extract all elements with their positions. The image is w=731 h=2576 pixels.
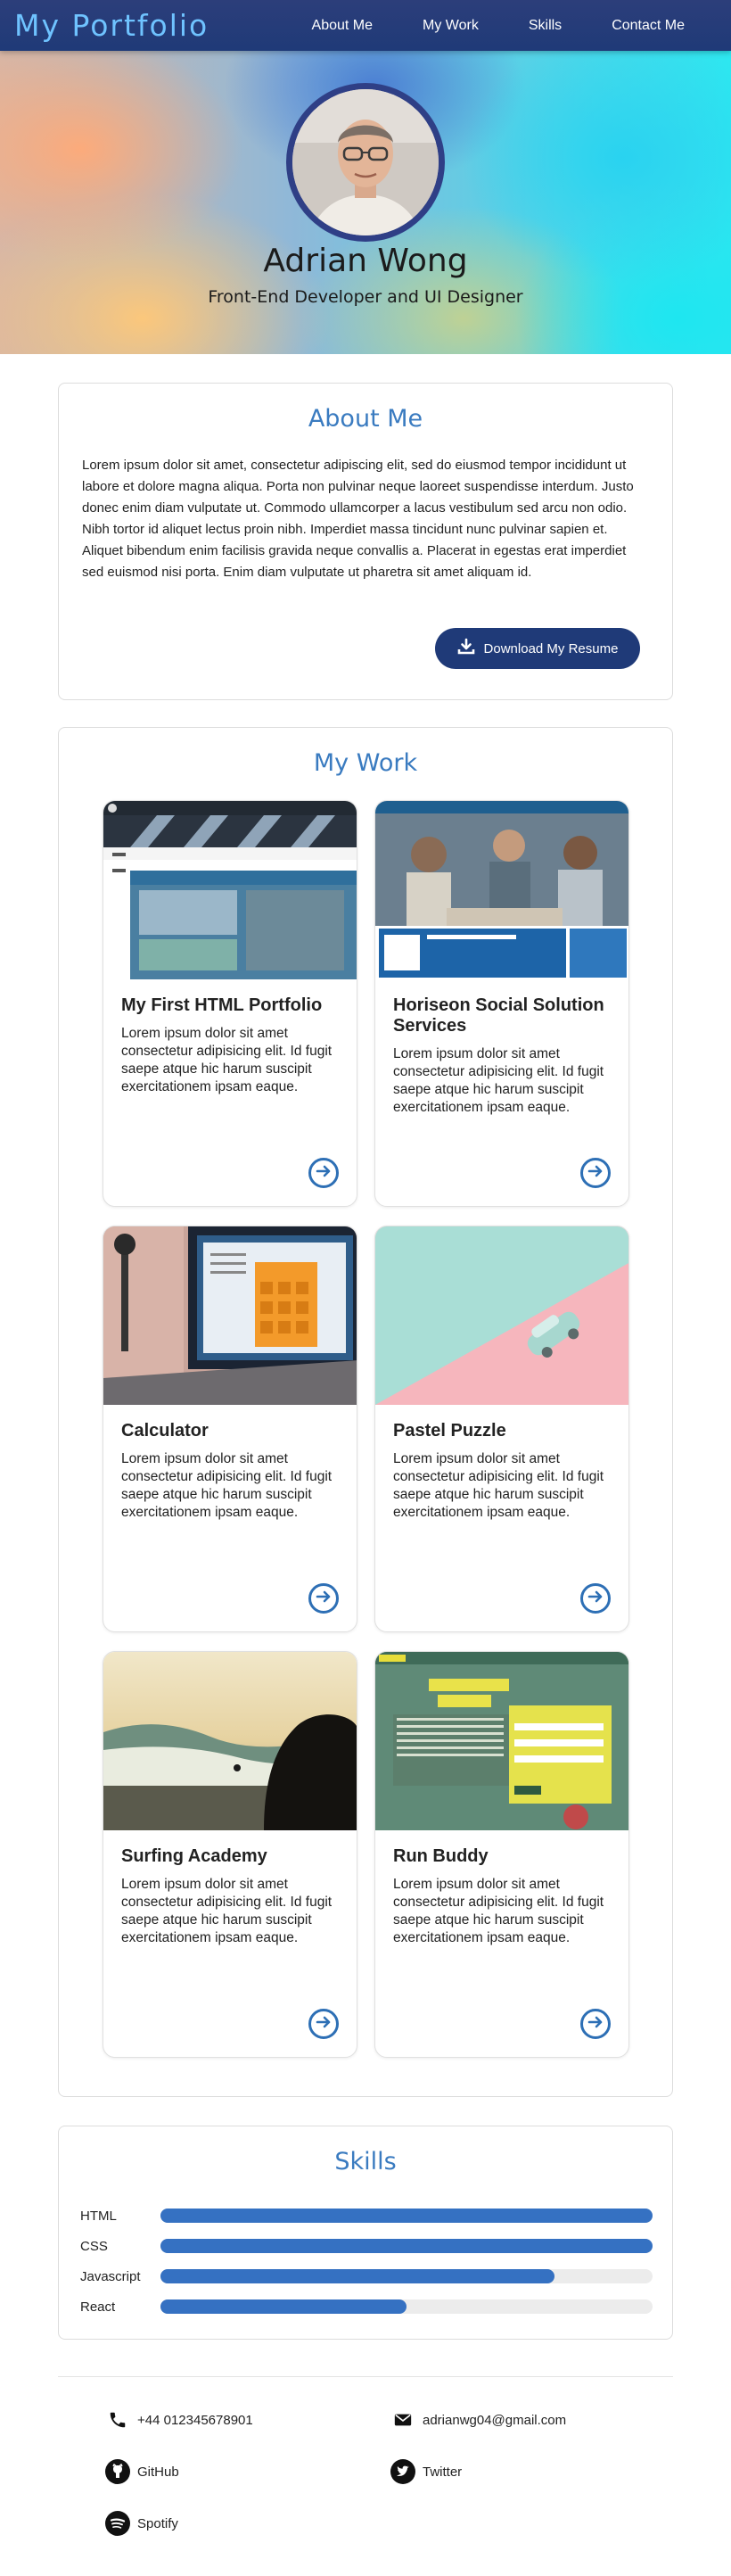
skill-progress-fill bbox=[160, 2269, 554, 2283]
project-thumbnail bbox=[103, 801, 357, 979]
project-card: My First HTML Portfolio Lorem ipsum dolo… bbox=[103, 800, 357, 1207]
project-card: Horiseon Social Solution Services Lorem … bbox=[374, 800, 629, 1207]
project-link-button[interactable] bbox=[580, 2009, 611, 2039]
skills-title: Skills bbox=[334, 2148, 397, 2176]
skill-name: Javascript bbox=[80, 2268, 141, 2284]
about-paragraph-1: Lorem ipsum dolor sit amet, consectetur … bbox=[82, 458, 634, 516]
project-description: Lorem ipsum dolor sit amet consectetur a… bbox=[393, 1451, 604, 1520]
contact-github-text: GitHub bbox=[137, 2464, 179, 2480]
project-description: Lorem ipsum dolor sit amet consectetur a… bbox=[121, 1451, 333, 1520]
github-icon bbox=[105, 2459, 130, 2484]
skill-progress-bar bbox=[160, 2209, 653, 2223]
contact-twitter-text: Twitter bbox=[423, 2464, 463, 2480]
project-thumbnail bbox=[103, 1226, 357, 1405]
project-card: Calculator Lorem ipsum dolor sit amet co… bbox=[103, 1226, 357, 1632]
nav-links: About Me My Work Skills Contact Me bbox=[287, 18, 710, 34]
arrow-right-circle-icon bbox=[316, 2014, 332, 2034]
skill-row: CSS bbox=[80, 2237, 653, 2255]
brand-logo[interactable]: My Portfolio bbox=[14, 8, 209, 43]
skill-progress-fill bbox=[160, 2299, 407, 2314]
arrow-right-circle-icon bbox=[316, 1163, 332, 1183]
project-link-button[interactable] bbox=[308, 1158, 339, 1188]
contact-phone[interactable]: +44 012345678901 bbox=[105, 2407, 253, 2432]
project-title: My First HTML Portfolio bbox=[121, 995, 323, 1015]
skill-name: React bbox=[80, 2299, 116, 2315]
hero-name: Adrian Wong bbox=[263, 243, 468, 279]
about-section: About Me Lorem ipsum dolor sit amet, con… bbox=[58, 383, 673, 700]
contact-email-text: adrianwg04@gmail.com bbox=[423, 2412, 567, 2428]
skill-name: CSS bbox=[80, 2238, 108, 2254]
skill-row: Javascript bbox=[80, 2267, 653, 2285]
skills-section: Skills HTML CSS Javascript React bbox=[58, 2126, 673, 2340]
download-resume-label: Download My Resume bbox=[483, 640, 619, 656]
project-title: Run Buddy bbox=[393, 1846, 489, 1866]
project-thumbnail bbox=[375, 1226, 628, 1405]
hero-banner: Adrian Wong Front-End Developer and UI D… bbox=[0, 51, 731, 354]
project-thumbnail bbox=[375, 1652, 628, 1830]
twitter-icon bbox=[390, 2459, 415, 2484]
project-description: Lorem ipsum dolor sit amet consectetur a… bbox=[393, 1046, 604, 1115]
work-title: My Work bbox=[313, 749, 418, 777]
project-link-button[interactable] bbox=[580, 1158, 611, 1188]
contact-email[interactable]: adrianwg04@gmail.com bbox=[390, 2407, 566, 2432]
skill-progress-fill bbox=[160, 2209, 653, 2223]
skill-progress-bar bbox=[160, 2299, 653, 2314]
arrow-right-circle-icon bbox=[587, 1163, 604, 1183]
contact-phone-text: +44 012345678901 bbox=[137, 2412, 253, 2428]
project-title: Calculator bbox=[121, 1421, 209, 1441]
about-text: Lorem ipsum dolor sit amet, consectetur … bbox=[82, 455, 649, 583]
skill-progress-fill bbox=[160, 2239, 653, 2253]
project-thumbnail bbox=[103, 1652, 357, 1830]
avatar bbox=[292, 89, 439, 235]
project-card: Run Buddy Lorem ipsum dolor sit amet con… bbox=[374, 1651, 629, 2058]
project-link-button[interactable] bbox=[580, 1583, 611, 1614]
project-description: Lorem ipsum dolor sit amet consectetur a… bbox=[393, 1877, 604, 1945]
skill-progress-bar bbox=[160, 2239, 653, 2253]
phone-icon bbox=[105, 2407, 130, 2432]
download-icon bbox=[457, 638, 475, 659]
project-title: Horiseon Social Solution Services bbox=[393, 995, 604, 1036]
project-description: Lorem ipsum dolor sit amet consectetur a… bbox=[121, 1877, 333, 1945]
nav-link-skills[interactable]: Skills bbox=[504, 18, 587, 34]
download-resume-button[interactable]: Download My Resume bbox=[435, 628, 640, 669]
skill-name: HTML bbox=[80, 2208, 117, 2224]
project-description: Lorem ipsum dolor sit amet consectetur a… bbox=[121, 1026, 333, 1094]
avatar-frame bbox=[286, 83, 445, 242]
nav-link-work[interactable]: My Work bbox=[398, 18, 504, 34]
project-card: Pastel Puzzle Lorem ipsum dolor sit amet… bbox=[374, 1226, 629, 1632]
footer-divider bbox=[58, 2376, 673, 2377]
contact-twitter[interactable]: Twitter bbox=[390, 2459, 462, 2484]
project-title: Pastel Puzzle bbox=[393, 1421, 506, 1441]
nav-link-about[interactable]: About Me bbox=[287, 18, 398, 34]
navbar: My Portfolio About Me My Work Skills Con… bbox=[0, 0, 731, 51]
hero-role: Front-End Developer and UI Designer bbox=[208, 287, 523, 307]
nav-link-contact[interactable]: Contact Me bbox=[587, 18, 710, 34]
about-paragraph-2: Nibh tortor id aliquet lectus proin nibh… bbox=[82, 522, 627, 580]
project-link-button[interactable] bbox=[308, 2009, 339, 2039]
project-thumbnail bbox=[375, 801, 628, 979]
contact-spotify-text: Spotify bbox=[137, 2515, 178, 2531]
arrow-right-circle-icon bbox=[587, 1589, 604, 1608]
spotify-icon bbox=[105, 2511, 130, 2536]
envelope-icon bbox=[390, 2407, 415, 2432]
arrow-right-circle-icon bbox=[587, 2014, 604, 2034]
skill-progress-bar bbox=[160, 2269, 653, 2283]
work-section: My Work My First HTML Portfolio Lorem ip… bbox=[58, 727, 673, 2097]
skill-row: HTML bbox=[80, 2207, 653, 2225]
skill-row: React bbox=[80, 2298, 653, 2316]
contact-github[interactable]: GitHub bbox=[105, 2459, 179, 2484]
contact-spotify[interactable]: Spotify bbox=[105, 2511, 178, 2536]
arrow-right-circle-icon bbox=[316, 1589, 332, 1608]
project-title: Surfing Academy bbox=[121, 1846, 267, 1866]
project-link-button[interactable] bbox=[308, 1583, 339, 1614]
about-title: About Me bbox=[308, 405, 423, 433]
project-card: Surfing Academy Lorem ipsum dolor sit am… bbox=[103, 1651, 357, 2058]
